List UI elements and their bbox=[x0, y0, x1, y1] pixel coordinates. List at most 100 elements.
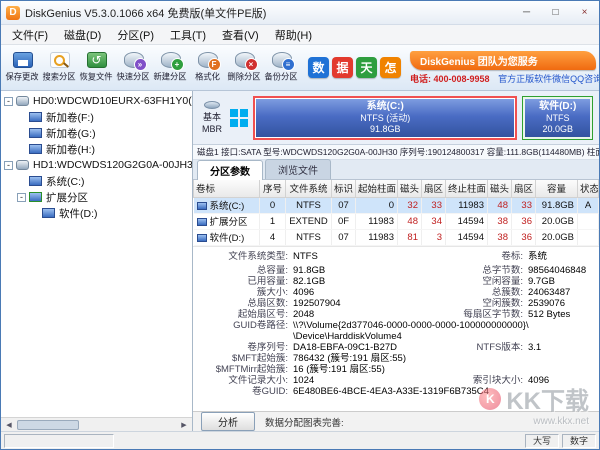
close-button[interactable]: × bbox=[570, 1, 599, 24]
tree-hscrollbar[interactable]: ◀ ▶ bbox=[1, 417, 192, 431]
detail-label: 空闲容量: bbox=[482, 275, 523, 287]
tree-node-label: 软件(D:) bbox=[59, 207, 98, 220]
column-header-3[interactable]: 标识 bbox=[331, 180, 356, 198]
tree-node-label: 扩展分区 bbox=[46, 191, 88, 204]
partition-bar-c[interactable]: 系统(C:) NTFS (活动) 91.8GB bbox=[256, 98, 515, 137]
tree-node-disk-hd1[interactable]: - HD1:WDCWDS120G2G0A-00JH30(11 bbox=[1, 157, 192, 173]
detail-label: 簇大小: bbox=[256, 286, 288, 298]
app-icon: D bbox=[6, 5, 20, 20]
column-header-4[interactable]: 起始柱面 bbox=[355, 180, 398, 198]
volume-label: 软件(D:) bbox=[209, 233, 245, 244]
ad-tile-1[interactable]: 据 bbox=[332, 57, 353, 78]
scroll-thumb[interactable] bbox=[17, 419, 79, 430]
tree-node-volume-c[interactable]: 系统(C:) bbox=[1, 173, 192, 189]
cell-2-11 bbox=[577, 229, 599, 246]
table-header-row: 卷标 序号 文件系统 标识 起始柱面 磁头 扇区 终止柱面 磁头 扇区 容量 状态 bbox=[193, 180, 599, 198]
menu-bar: 文件(F) 磁盘(D) 分区(P) 工具(T) 查看(V) 帮助(H) bbox=[1, 25, 599, 45]
detail-label: 总扇区数: bbox=[247, 297, 288, 309]
ad-tile-3[interactable]: 怎 bbox=[380, 57, 401, 78]
tree-node-label: 新加卷(H:) bbox=[46, 143, 95, 156]
expander-icon[interactable]: - bbox=[17, 192, 26, 202]
column-header-1[interactable]: 序号 bbox=[259, 180, 286, 198]
cell-0-8: 48 bbox=[487, 197, 512, 214]
detail-value: 512 Bytes bbox=[528, 308, 571, 320]
detail-label: 索引块大小: bbox=[472, 374, 523, 386]
partition-bar-d[interactable]: 软件(D:) NTFS 20.0GB bbox=[525, 98, 590, 137]
search-partition-button[interactable]: 搜索分区 bbox=[41, 46, 78, 89]
column-header-7[interactable]: 终止柱面 bbox=[445, 180, 488, 198]
scroll-right-icon[interactable]: ▶ bbox=[177, 421, 191, 429]
detail-label: 总容量: bbox=[256, 264, 288, 276]
menu-item-3[interactable]: 工具(T) bbox=[162, 25, 214, 45]
new-partition-button[interactable]: 新建分区 bbox=[152, 46, 189, 89]
service-banner[interactable]: DiskGenius 团队为您服务 电话: 400-008-9958 官方正版软… bbox=[410, 50, 599, 85]
banner-ribbon: DiskGenius 团队为您服务 bbox=[410, 50, 596, 70]
column-header-11[interactable]: 状态 bbox=[577, 180, 599, 198]
tree-node-disk-hd0[interactable]: - HD0:WDCWD10EURX-63FH1Y0(932G bbox=[1, 93, 192, 109]
partition-row-0[interactable]: 系统(C:) 0 NTFS 07 0 32 33 11983 48 33 91.8GB A bbox=[193, 197, 599, 214]
tree-node-extended-partition[interactable]: - 扩展分区 bbox=[1, 189, 192, 205]
expander-icon[interactable]: - bbox=[4, 96, 13, 106]
cell-2-1: 4 bbox=[259, 229, 286, 246]
partition-icon bbox=[29, 112, 42, 122]
toolbar-button-label: 格式化 bbox=[195, 72, 220, 82]
disk-icon bbox=[16, 96, 29, 106]
detail-value: 系统 bbox=[528, 250, 548, 262]
cell-2-3: 07 bbox=[331, 229, 356, 246]
column-header-5[interactable]: 磁头 bbox=[397, 180, 422, 198]
save-changes-button[interactable]: 保存更改 bbox=[4, 46, 41, 89]
ad-tile-0[interactable]: 数 bbox=[308, 57, 329, 78]
tree-node-label: 新加卷(F:) bbox=[46, 111, 94, 124]
column-header-8[interactable]: 磁头 bbox=[487, 180, 512, 198]
detail-row-5: 起始扇区号: 2048 每扇区字节数: 512 Bytes bbox=[193, 309, 599, 320]
titlebar[interactable]: D DiskGenius V5.3.0.1066 x64 免费版(单文件PE版)… bbox=[1, 1, 599, 25]
menu-item-5[interactable]: 帮助(H) bbox=[267, 25, 320, 45]
cell-1-3: 0F bbox=[331, 213, 356, 230]
column-header-6[interactable]: 扇区 bbox=[421, 180, 446, 198]
tree-node-volume-h[interactable]: 新加卷(H:) bbox=[1, 141, 192, 157]
partition-row-1[interactable]: 扩展分区 1 EXTEND 0F 11983 48 34 14594 38 36 20.0GB bbox=[193, 213, 599, 230]
backup-partition-button[interactable]: 备份分区 bbox=[263, 46, 300, 89]
column-header-2[interactable]: 文件系统 bbox=[285, 180, 332, 198]
minimize-button[interactable]: ─ bbox=[512, 1, 541, 24]
menu-item-1[interactable]: 磁盘(D) bbox=[56, 25, 109, 45]
win-flag-pane bbox=[230, 118, 238, 127]
cell-1-8: 38 bbox=[487, 213, 512, 230]
toolbar-button-label: 保存更改 bbox=[5, 72, 40, 82]
partition-bar-c-selection[interactable]: 系统(C:) NTFS (活动) 91.8GB bbox=[253, 95, 518, 140]
ad-tile-2[interactable]: 天 bbox=[356, 57, 377, 78]
maximize-button[interactable]: □ bbox=[541, 1, 570, 24]
menu-item-0[interactable]: 文件(F) bbox=[4, 25, 56, 45]
cell-2-2: NTFS bbox=[285, 229, 332, 246]
status-left-segment bbox=[4, 433, 114, 448]
menu-item-2[interactable]: 分区(P) bbox=[109, 25, 162, 45]
analyze-button[interactable]: 分析 bbox=[201, 412, 255, 431]
detail-row-2: 已用容量: 82.1GB 空闲容量: 9.7GB bbox=[193, 276, 599, 287]
cell-2-0: 软件(D:) bbox=[193, 229, 260, 246]
quick-partition-button[interactable]: 快速分区 bbox=[115, 46, 152, 89]
cell-0-5: 32 bbox=[397, 197, 422, 214]
scroll-left-icon[interactable]: ◀ bbox=[2, 421, 16, 429]
column-header-9[interactable]: 扇区 bbox=[511, 180, 536, 198]
quick-partition-icon bbox=[123, 52, 147, 71]
tree-node-volume-g[interactable]: 新加卷(G:) bbox=[1, 125, 192, 141]
tab-partition-params[interactable]: 分区参数 bbox=[197, 160, 263, 180]
tree-node-volume-d[interactable]: 软件(D:) bbox=[1, 205, 192, 221]
expander-icon[interactable]: - bbox=[4, 160, 13, 170]
cell-2-6: 3 bbox=[421, 229, 446, 246]
column-header-0[interactable]: 卷标 bbox=[193, 180, 260, 198]
service-sub-text: 官方正版软件微信QQ咨询 bbox=[498, 73, 600, 84]
menu-item-4[interactable]: 查看(V) bbox=[214, 25, 267, 45]
analyze-label: 数据分配图表完善: bbox=[265, 417, 344, 429]
tree-node-volume-f[interactable]: 新加卷(F:) bbox=[1, 109, 192, 125]
partition-row-2[interactable]: 软件(D:) 4 NTFS 07 11983 81 3 14594 38 36 20.0GB bbox=[193, 229, 599, 246]
detail-value: 192507904 bbox=[293, 297, 341, 309]
column-header-10[interactable]: 容量 bbox=[535, 180, 578, 198]
cell-0-0: 系统(C:) bbox=[193, 197, 260, 214]
tab-browse-files[interactable]: 浏览文件 bbox=[265, 159, 331, 179]
delete-partition-button[interactable]: 删除分区 bbox=[226, 46, 263, 89]
recover-files-button[interactable]: 恢复文件 bbox=[78, 46, 115, 89]
window-controls: ─ □ × bbox=[512, 1, 599, 24]
format-button[interactable]: 格式化 bbox=[189, 46, 226, 89]
service-phone: 电话: 400-008-9958 bbox=[410, 73, 490, 84]
